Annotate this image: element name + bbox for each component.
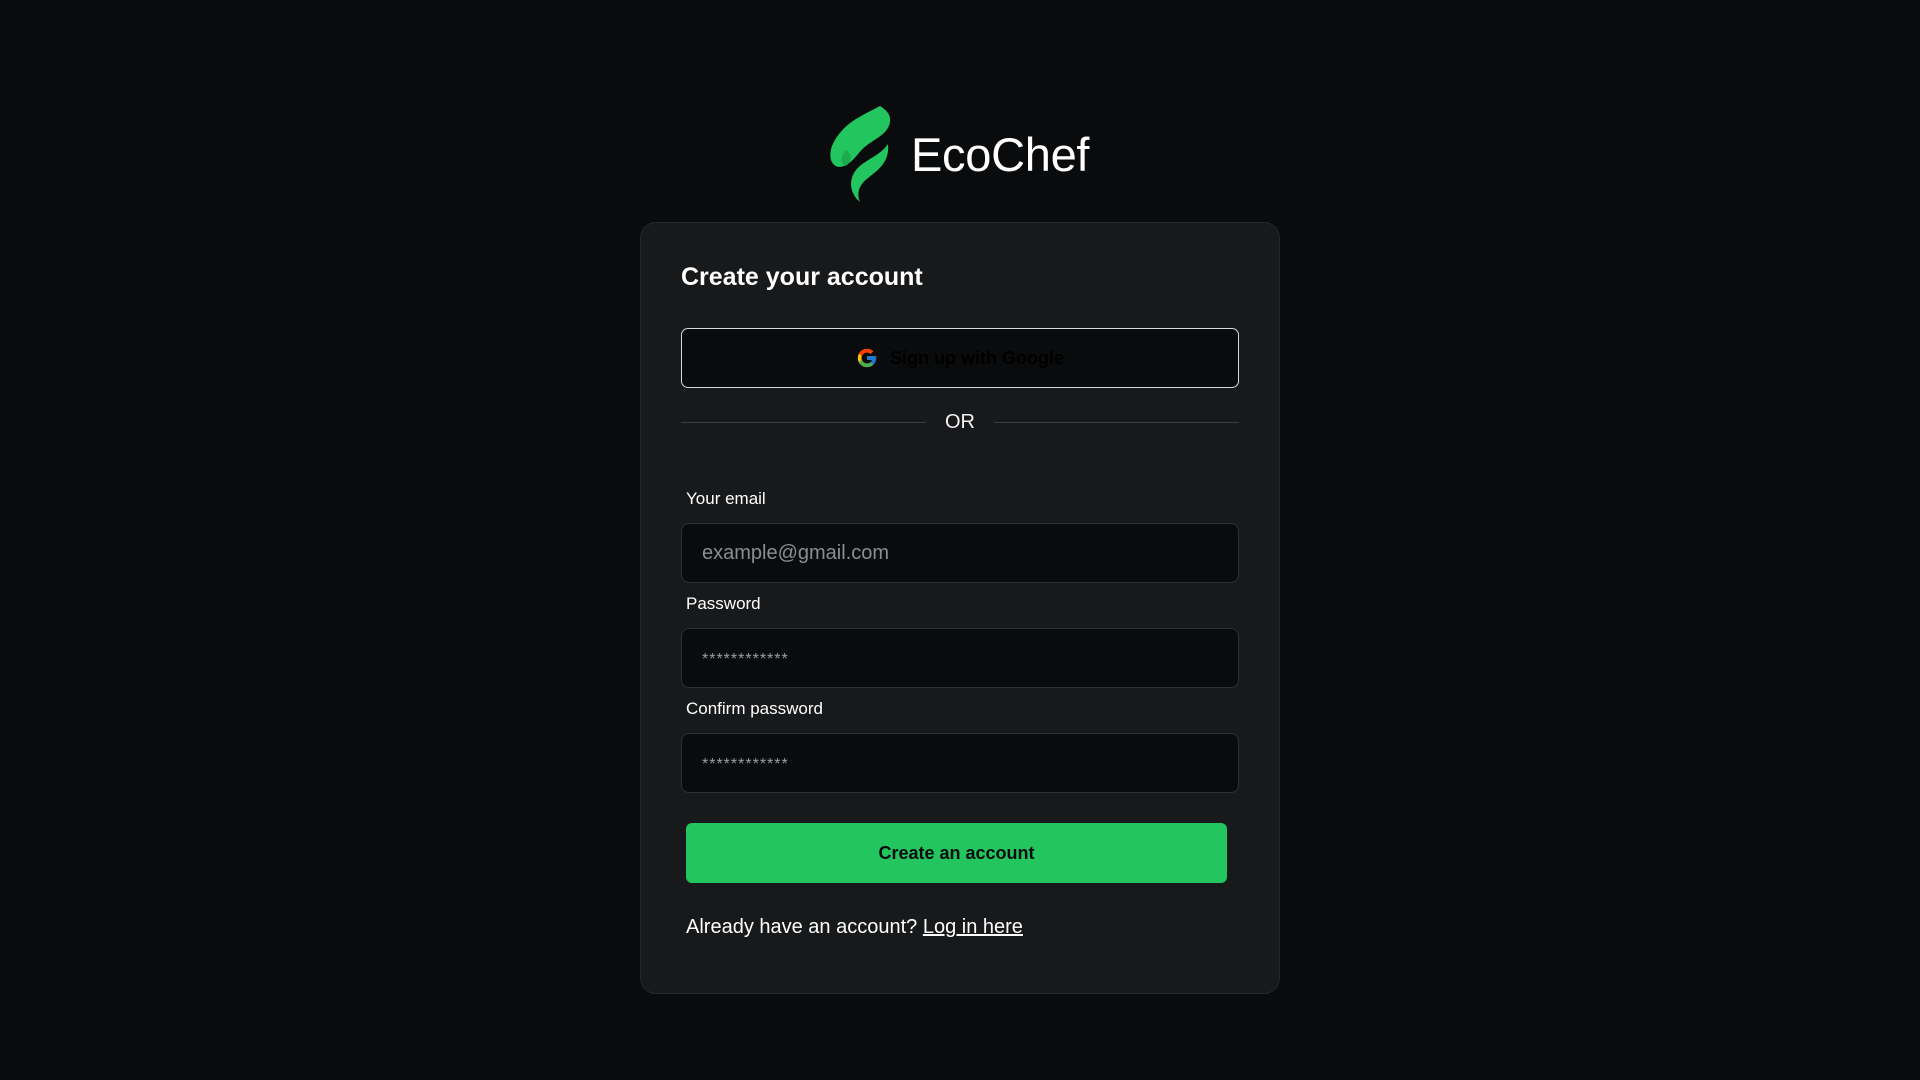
confirm-password-label: Confirm password — [686, 699, 823, 718]
create-account-button[interactable]: Create an account — [686, 823, 1227, 883]
google-g-icon — [857, 348, 877, 368]
page-title: Create your account — [681, 263, 923, 291]
email-label: Your email — [686, 489, 766, 508]
or-divider: OR — [681, 407, 1239, 437]
login-prompt-row: Already have an account? Log in here — [686, 916, 1023, 939]
brand-name: EcoChef — [911, 127, 1090, 181]
login-prompt-text: Already have an account? — [686, 916, 918, 938]
brand-header: EcoChef — [828, 104, 1089, 204]
email-field[interactable] — [681, 523, 1239, 583]
divider-line-right — [994, 422, 1239, 423]
password-label: Password — [686, 594, 761, 613]
leaf-flame-logo-icon — [830, 106, 891, 202]
google-signup-button[interactable]: Sign up with Google — [681, 328, 1239, 388]
login-link[interactable]: Log in here — [923, 916, 1023, 938]
confirm-password-field[interactable] — [681, 733, 1239, 793]
signup-card: Create your account Sign up with Google … — [640, 222, 1280, 994]
password-field[interactable] — [681, 628, 1239, 688]
google-signup-label: Sign up with Google — [890, 347, 1064, 368]
